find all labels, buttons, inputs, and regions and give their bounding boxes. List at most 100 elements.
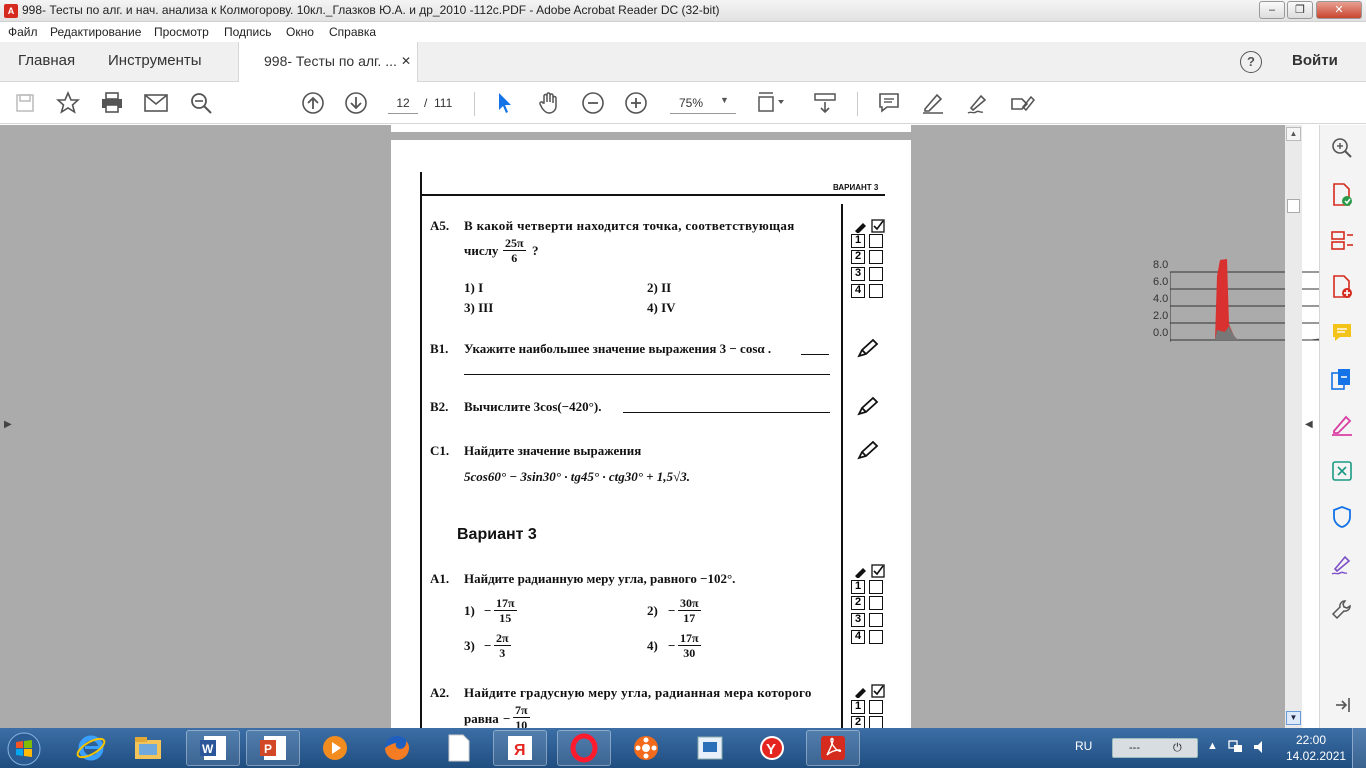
- page-number-input[interactable]: 12: [388, 92, 418, 114]
- next-page-icon[interactable]: [341, 82, 371, 124]
- restore-button[interactable]: ❐: [1287, 1, 1313, 19]
- prev-page-icon[interactable]: [298, 82, 328, 124]
- scroll-mode-icon[interactable]: [810, 82, 840, 124]
- scroll-up-icon[interactable]: ▲: [1286, 127, 1301, 141]
- save-icon[interactable]: [10, 82, 40, 124]
- toolbar-divider: [474, 92, 475, 116]
- hand-tool-icon[interactable]: [534, 82, 564, 124]
- fill-sign-tool-icon[interactable]: [1324, 549, 1360, 579]
- tab-home[interactable]: Главная: [18, 42, 75, 82]
- fraction-denominator: 3: [499, 646, 506, 660]
- sign-pen-icon[interactable]: [963, 82, 993, 124]
- taskbar-explorer-icon[interactable]: [121, 730, 175, 766]
- minus-sign: −: [503, 711, 511, 726]
- export-pdf-icon[interactable]: [1324, 180, 1360, 210]
- battery-widget[interactable]: --- ⏻: [1112, 738, 1198, 758]
- pdf-page: ВАРИАНТ 3 А5. В какой четверти находится…: [391, 140, 911, 734]
- comment-tool-icon[interactable]: [1324, 318, 1360, 348]
- left-panel-toggle-icon[interactable]: ▶: [4, 419, 12, 430]
- find-zoom-icon[interactable]: [186, 82, 216, 124]
- help-icon[interactable]: ?: [1240, 51, 1262, 73]
- clock-date[interactable]: 14.02.2021: [1286, 749, 1346, 763]
- answer-digit-2: 2: [851, 596, 865, 610]
- signin-button[interactable]: Войти: [1292, 52, 1338, 69]
- toolbar: 12 / 111 75% ▼: [0, 82, 1366, 124]
- close-window-button[interactable]: ✕: [1316, 1, 1362, 19]
- create-pdf-icon[interactable]: [1324, 272, 1360, 302]
- option-a5-1: 1) I: [464, 280, 484, 295]
- toolbar-divider: [857, 92, 858, 116]
- start-button[interactable]: [4, 731, 44, 767]
- protect-shield-icon[interactable]: [1324, 502, 1360, 532]
- taskbar-app-icon[interactable]: [683, 730, 737, 766]
- answer-digit-1: 1: [851, 580, 865, 594]
- taskbar-media-player-icon[interactable]: [308, 730, 362, 766]
- menu-file[interactable]: Файл: [8, 25, 38, 39]
- tab-document[interactable]: 998- Тесты по алг. ... ✕: [238, 42, 418, 83]
- taskbar-yandex-icon[interactable]: Я: [493, 730, 547, 766]
- collapse-panel-icon[interactable]: [1324, 690, 1360, 720]
- question-number-a5: А5.: [430, 218, 450, 233]
- taskbar-firefox-icon[interactable]: [370, 730, 424, 766]
- taskbar-acrobat-icon[interactable]: [806, 730, 860, 766]
- minimize-button[interactable]: –: [1259, 1, 1285, 19]
- network-icon[interactable]: [1228, 740, 1244, 759]
- zoom-tool-icon[interactable]: [1324, 133, 1360, 163]
- answer-box: [869, 613, 883, 627]
- tab-close-icon[interactable]: ✕: [401, 54, 411, 68]
- question-text-a1: Найдите радианную меру угла, равного −10…: [464, 571, 736, 586]
- bookmark-star-icon[interactable]: [53, 82, 83, 124]
- menu-edit[interactable]: Редактирование: [50, 25, 141, 39]
- vertical-scrollbar[interactable]: ▲ ▼: [1285, 125, 1302, 728]
- answer-digit-1: 1: [851, 234, 865, 248]
- option-a1-1-label: 1): [464, 603, 475, 618]
- taskbar-document-icon[interactable]: [432, 730, 486, 766]
- menu-window[interactable]: Окно: [286, 25, 314, 39]
- fraction-numerator: 2π: [494, 631, 511, 646]
- show-desktop-button[interactable]: [1352, 728, 1366, 768]
- select-cursor-icon[interactable]: [490, 82, 520, 124]
- tab-tools[interactable]: Инструменты: [108, 42, 202, 82]
- highlight-pen-icon[interactable]: [918, 82, 948, 124]
- scrollbar-thumb[interactable]: [1287, 199, 1300, 213]
- right-panel-toggle-icon[interactable]: ◀: [1305, 419, 1313, 430]
- menu-view[interactable]: Просмотр: [154, 25, 209, 39]
- zoom-in-icon[interactable]: [621, 82, 651, 124]
- option-a1-1-fraction: 17π 15: [494, 596, 517, 625]
- taskbar-opera-icon[interactable]: [557, 730, 611, 766]
- pen-icon: [857, 440, 879, 465]
- page-fit-icon[interactable]: [756, 82, 786, 124]
- more-tools-wrench-icon[interactable]: [1324, 595, 1360, 625]
- page-left-border: [420, 172, 422, 732]
- answer-box: [869, 284, 883, 298]
- volume-icon[interactable]: [1252, 739, 1268, 760]
- taskbar-yandex-browser-icon[interactable]: Y: [745, 730, 799, 766]
- taskbar-ie-icon[interactable]: [64, 730, 118, 766]
- option-a1-3-fraction: 2π 3: [494, 631, 511, 660]
- edit-pdf-icon[interactable]: [1324, 410, 1360, 440]
- minus-sign: −: [484, 603, 492, 618]
- fill-sign-icon[interactable]: [1007, 82, 1037, 124]
- clock-time[interactable]: 22:00: [1296, 733, 1326, 747]
- show-hidden-icons-icon[interactable]: ▲: [1207, 740, 1218, 752]
- taskbar-word-icon[interactable]: W: [186, 730, 240, 766]
- scroll-down-icon[interactable]: ▼: [1286, 711, 1301, 725]
- organize-pages-icon[interactable]: [1324, 226, 1360, 256]
- combine-files-icon[interactable]: [1324, 364, 1360, 394]
- menu-sign[interactable]: Подпись: [224, 25, 272, 39]
- option-a1-4-label: 4): [647, 638, 658, 653]
- battery-label: ---: [1129, 742, 1140, 754]
- page-total: 111: [434, 96, 453, 110]
- zoom-out-icon[interactable]: [578, 82, 608, 124]
- answer-line: [464, 374, 830, 375]
- comment-icon[interactable]: [874, 82, 904, 124]
- taskbar-game-icon[interactable]: [619, 730, 673, 766]
- send-for-review-icon[interactable]: [1324, 456, 1360, 486]
- question-number-a2: А2.: [430, 685, 450, 700]
- menu-help[interactable]: Справка: [329, 25, 376, 39]
- question-number-c1: С1.: [430, 443, 450, 458]
- email-icon[interactable]: [141, 82, 171, 124]
- language-indicator[interactable]: RU: [1075, 739, 1092, 753]
- print-icon[interactable]: [97, 82, 127, 124]
- taskbar-powerpoint-icon[interactable]: P: [246, 730, 300, 766]
